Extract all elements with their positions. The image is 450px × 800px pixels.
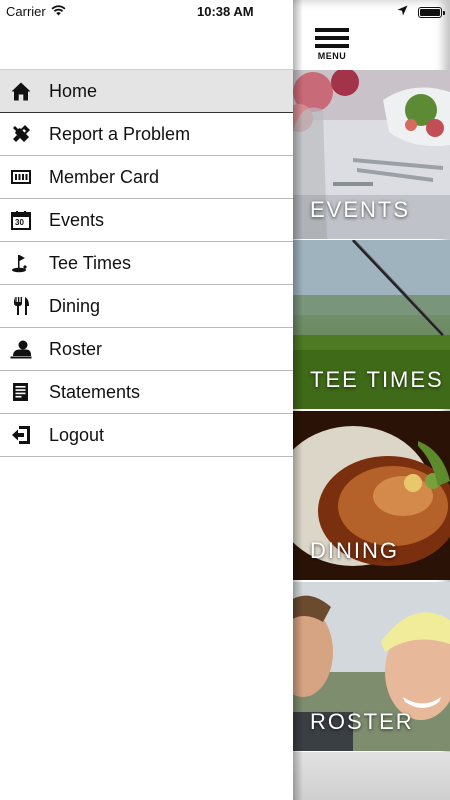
menu-item-statements[interactable]: Statements [0,370,293,413]
menu-item-roster[interactable]: Roster [0,327,293,370]
person-icon [10,338,32,360]
menu-item-tee-times[interactable]: Tee Times [0,241,293,284]
logout-icon [10,424,32,446]
menu-item-label: Home [49,80,98,101]
wifi-icon [51,4,66,19]
tile-next-partial[interactable] [293,752,450,800]
menu-item-label: Dining [49,295,101,316]
location-arrow-icon [397,3,408,21]
status-bar: Carrier 10:38 AM [0,0,450,24]
tile-dining-label: DINING [310,538,399,563]
tile-roster-label: ROSTER [310,709,414,734]
battery-icon [418,6,445,18]
tile-tee-times[interactable]: TEE TIMES [293,240,450,409]
tile-events-label: EVENTS [310,197,411,222]
menu-item-label: Logout [49,424,105,445]
carrier-area: Carrier [6,4,66,19]
menu-button-label: MENU [317,51,347,61]
side-drawer: Home Report a Problem Member Card 30 Eve… [0,0,293,800]
menu-item-dining[interactable]: Dining [0,284,293,327]
menu-item-label: Roster [49,338,103,359]
menu-item-home[interactable]: Home [0,69,293,112]
status-time: 10:38 AM [197,4,254,19]
menu-item-label: Events [49,209,105,230]
menu-item-label: Tee Times [49,252,132,273]
status-right [397,3,445,21]
menu-item-label: Report a Problem [49,123,191,144]
home-icon [10,80,32,102]
menu-item-label: Statements [49,381,141,402]
card-icon [10,166,32,188]
golf-flag-icon [10,252,32,274]
menu-item-label: Member Card [49,166,160,187]
calendar-day-number: 30 [15,218,24,227]
menu-item-logout[interactable]: Logout [0,413,293,457]
tile-tee-times-label: TEE TIMES [310,367,444,392]
drawer-shadow [293,0,303,800]
tile-events[interactable]: EVENTS [293,70,450,239]
tools-icon [10,123,32,145]
tile-dining[interactable]: DINING [293,411,450,580]
tile-roster[interactable]: ROSTER [293,582,450,751]
calendar-icon: 30 [10,209,32,231]
fork-knife-icon [10,295,32,317]
menu-item-report-problem[interactable]: Report a Problem [0,112,293,155]
carrier-label: Carrier [6,4,46,19]
menu-item-events[interactable]: 30 Events [0,198,293,241]
menu-button[interactable]: MENU [313,28,351,64]
menu-item-member-card[interactable]: Member Card [0,155,293,198]
menu-list: Home Report a Problem Member Card 30 Eve… [0,69,293,457]
document-icon [10,381,32,403]
hamburger-icon [315,28,349,52]
